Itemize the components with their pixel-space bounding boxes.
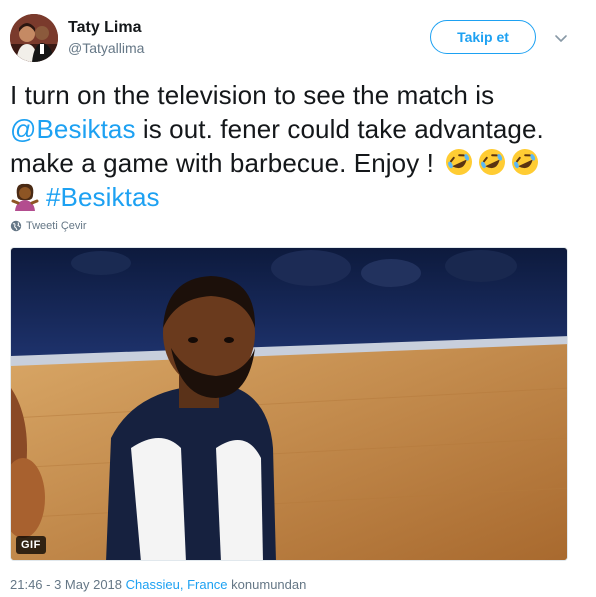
user-handle[interactable]: @Tatyallima (68, 38, 144, 58)
tweet-location-link[interactable]: Chassieu, France (126, 577, 228, 592)
avatar[interactable] (10, 14, 58, 62)
translate-label: Tweeti Çevir (26, 220, 87, 232)
tweet-header: Taty Lima @Tatyallima Takip et (10, 14, 586, 66)
location-suffix: konumundan (231, 577, 307, 592)
tweet-meta: 21:46 - 3 May 2018 Chassieu, France konu… (10, 577, 306, 592)
rolling-on-floor-laughing-icon (479, 149, 506, 175)
translate-tweet-link[interactable]: Tweeti Çevir (10, 220, 87, 232)
woman-shrugging-icon (11, 183, 39, 211)
rolling-on-floor-laughing-icon (512, 149, 539, 175)
tweet-line-1: I turn on the television to see the matc… (10, 80, 495, 110)
display-name[interactable]: Taty Lima (68, 18, 144, 38)
tweet-line-3: make a game with barbecue. Enjoy ! (10, 146, 590, 180)
follow-button[interactable]: Takip et (430, 20, 536, 54)
user-names: Taty Lima @Tatyallima (68, 18, 144, 58)
tweet-line-3-text: make a game with barbecue. Enjoy ! (10, 148, 434, 178)
hashtag-link[interactable]: #Besiktas (46, 182, 160, 212)
gif-frame-image (11, 248, 567, 560)
tweet-timestamp[interactable]: 21:46 - 3 May 2018 (10, 577, 122, 592)
gif-badge: GIF (16, 536, 46, 554)
rolling-on-floor-laughing-icon (446, 149, 473, 175)
tweet-text: I turn on the television to see the matc… (10, 78, 590, 214)
tweet-gif-media[interactable] (10, 247, 568, 561)
chevron-down-icon[interactable] (552, 29, 570, 47)
tweet-line-2: @Besiktas is out. fener could take advan… (10, 112, 590, 146)
tweet-line-2-text: is out. fener could take advantage. (135, 114, 544, 144)
tweet-line-4: #Besiktas (10, 180, 590, 214)
mention-link[interactable]: @Besiktas (10, 114, 136, 144)
globe-icon (10, 220, 22, 232)
